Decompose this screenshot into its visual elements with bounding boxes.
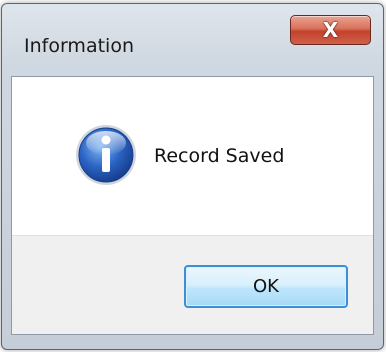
information-dialog: Information X Record Saved OK <box>1 3 384 350</box>
close-button[interactable]: X <box>290 15 371 45</box>
information-icon <box>74 123 138 187</box>
dialog-title: Information <box>24 35 134 57</box>
screen: Information X Record Saved OK <box>0 0 386 352</box>
dialog-body: Record Saved OK <box>11 76 374 335</box>
button-area: OK <box>12 235 373 334</box>
title-bar[interactable]: Information X <box>2 4 383 78</box>
close-icon: X <box>322 18 339 42</box>
message-text: Record Saved <box>154 145 285 167</box>
ok-button[interactable]: OK <box>184 265 348 308</box>
message-area: Record Saved <box>12 77 373 235</box>
